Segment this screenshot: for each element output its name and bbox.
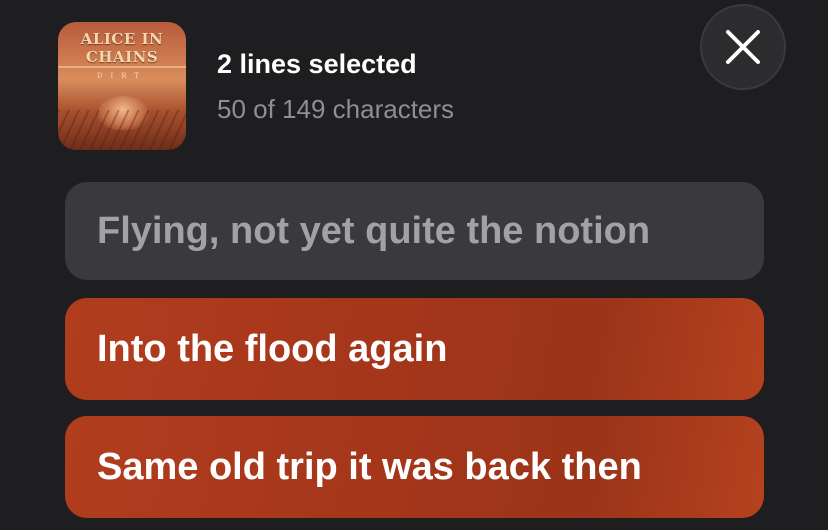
- lyric-line-text: Into the flood again: [97, 327, 448, 370]
- lyric-line-selected[interactable]: Into the flood again: [65, 298, 764, 400]
- lyric-line-unselected[interactable]: Flying, not yet quite the notion: [65, 182, 764, 280]
- selection-header: ALICE IN CHAINS DIRT 2 lines selected 50…: [58, 22, 454, 150]
- album-art-horizon: [58, 66, 186, 68]
- album-artwork: ALICE IN CHAINS DIRT: [58, 22, 186, 150]
- lines-selected-label: 2 lines selected: [217, 48, 417, 79]
- close-icon: [726, 30, 760, 64]
- album-art-ground: [58, 110, 186, 150]
- album-band-name: ALICE IN CHAINS: [80, 30, 164, 66]
- lyric-lines-list: Flying, not yet quite the notion Into th…: [65, 182, 764, 530]
- selection-info: 2 lines selected 50 of 149 characters: [217, 47, 454, 126]
- lyrics-share-sheet: ALICE IN CHAINS DIRT 2 lines selected 50…: [0, 0, 828, 530]
- close-button[interactable]: [700, 4, 786, 90]
- lyric-line-selected[interactable]: Same old trip it was back then: [65, 416, 764, 518]
- album-title: DIRT: [96, 72, 148, 80]
- lyric-line-text: Same old trip it was back then: [97, 445, 642, 488]
- lyric-line-text: Flying, not yet quite the notion: [97, 209, 651, 252]
- character-count-label: 50 of 149 characters: [217, 93, 455, 124]
